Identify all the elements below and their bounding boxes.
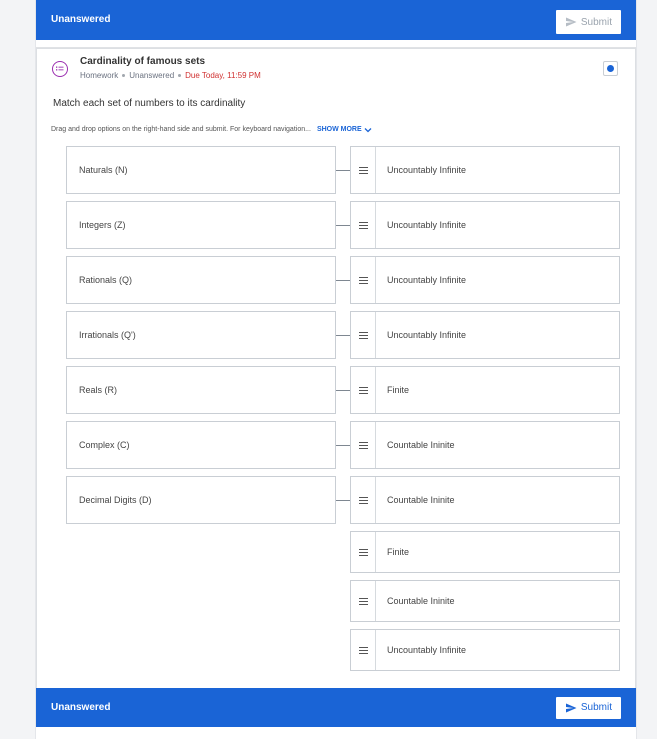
term-box: Integers (Z) bbox=[66, 201, 336, 249]
term-box: Complex (C) bbox=[66, 421, 336, 469]
drag-handle-icon bbox=[358, 548, 368, 556]
drag-handle-icon bbox=[358, 221, 368, 229]
drag-handle-icon bbox=[358, 496, 368, 504]
top-status-bar: Unanswered Submit bbox=[36, 0, 636, 40]
option-label: Uncountably Infinite bbox=[387, 165, 467, 175]
drag-handle[interactable] bbox=[351, 477, 376, 523]
term-box: Naturals (N) bbox=[66, 146, 336, 194]
drag-handle[interactable] bbox=[351, 367, 376, 413]
due-date: Due Today, 11:59 PM bbox=[185, 71, 261, 80]
submit-button-top[interactable]: Submit bbox=[555, 10, 621, 34]
connector-line bbox=[336, 225, 350, 226]
term-box: Rationals (Q) bbox=[66, 256, 336, 304]
submit-label: Submit bbox=[580, 702, 612, 713]
submit-button-bottom[interactable]: Submit bbox=[555, 696, 621, 719]
send-icon bbox=[565, 17, 577, 27]
drag-handle[interactable] bbox=[351, 312, 376, 358]
option-label: Uncountably Infinite bbox=[387, 330, 467, 340]
answer-option[interactable]: Countable Ininite bbox=[350, 580, 620, 622]
connector-line bbox=[336, 390, 350, 391]
connector-line bbox=[336, 500, 350, 501]
answer-option[interactable]: Uncountably Infinite bbox=[350, 256, 620, 304]
status-label-top: Unanswered bbox=[51, 14, 111, 25]
question-status: Unanswered bbox=[129, 71, 175, 80]
show-more-link[interactable]: SHOW MORE bbox=[317, 126, 372, 133]
answer-option[interactable]: Uncountably Infinite bbox=[350, 146, 620, 194]
option-label: Countable Ininite bbox=[387, 495, 455, 505]
drag-handle-icon bbox=[358, 441, 368, 449]
answer-option[interactable]: Finite bbox=[350, 366, 620, 414]
dot-separator bbox=[178, 74, 182, 77]
send-icon bbox=[565, 703, 577, 712]
option-label: Finite bbox=[387, 547, 410, 557]
connector-line bbox=[336, 335, 350, 336]
answer-option[interactable]: Countable Ininite bbox=[350, 476, 620, 524]
option-label: Countable Ininite bbox=[387, 440, 455, 450]
drag-handle-icon bbox=[358, 166, 368, 174]
connector-line bbox=[336, 445, 350, 446]
answer-option[interactable]: Uncountably Infinite bbox=[350, 311, 620, 359]
question-type: Homework bbox=[80, 71, 119, 80]
instructions: Drag and drop options on the right-hand … bbox=[51, 126, 372, 133]
drag-handle[interactable] bbox=[351, 257, 376, 303]
dot-separator bbox=[122, 74, 126, 77]
drag-handle-icon bbox=[358, 331, 368, 339]
drag-handle-icon bbox=[358, 646, 368, 654]
connector-line bbox=[336, 170, 350, 171]
info-toggle-button[interactable] bbox=[603, 61, 618, 76]
option-label: Finite bbox=[387, 385, 410, 395]
instructions-text: Drag and drop options on the right-hand … bbox=[51, 126, 311, 133]
show-more-label: SHOW MORE bbox=[316, 126, 362, 133]
connector-line bbox=[336, 280, 350, 281]
answer-option[interactable]: Uncountably Infinite bbox=[350, 629, 620, 671]
drag-handle[interactable] bbox=[351, 581, 376, 621]
answer-option[interactable]: Countable Ininite bbox=[350, 421, 620, 469]
drag-handle[interactable] bbox=[351, 147, 376, 193]
question-list-icon bbox=[52, 61, 68, 77]
question-title[interactable]: Cardinality of famous sets bbox=[80, 56, 205, 67]
term-box: Decimal Digits (D) bbox=[66, 476, 336, 524]
drag-handle[interactable] bbox=[351, 630, 376, 670]
drag-handle-icon bbox=[358, 597, 368, 605]
bottom-status-bar: Unanswered Submit bbox=[36, 688, 636, 727]
drag-handle[interactable] bbox=[351, 532, 376, 572]
answer-option[interactable]: Uncountably Infinite bbox=[350, 201, 620, 249]
option-label: Uncountably Infinite bbox=[387, 220, 467, 230]
drag-handle-icon bbox=[358, 276, 368, 284]
submit-label: Submit bbox=[580, 16, 612, 28]
term-box: Reals (R) bbox=[66, 366, 336, 414]
term-box: Irrationals (Q') bbox=[66, 311, 336, 359]
option-label: Uncountably Infinite bbox=[387, 275, 467, 285]
question-meta: Homework Unanswered Due Today, 11:59 PM bbox=[80, 71, 261, 80]
answer-option[interactable]: Finite bbox=[350, 531, 620, 573]
drag-handle[interactable] bbox=[351, 202, 376, 248]
chevron-down-icon bbox=[364, 127, 372, 132]
drag-handle-icon bbox=[358, 386, 368, 394]
question-prompt: Match each set of numbers to its cardina… bbox=[53, 98, 246, 109]
option-label: Uncountably Infinite bbox=[387, 645, 467, 655]
option-label: Countable Ininite bbox=[387, 596, 455, 606]
drag-handle[interactable] bbox=[351, 422, 376, 468]
status-label-bottom: Unanswered bbox=[51, 702, 111, 713]
